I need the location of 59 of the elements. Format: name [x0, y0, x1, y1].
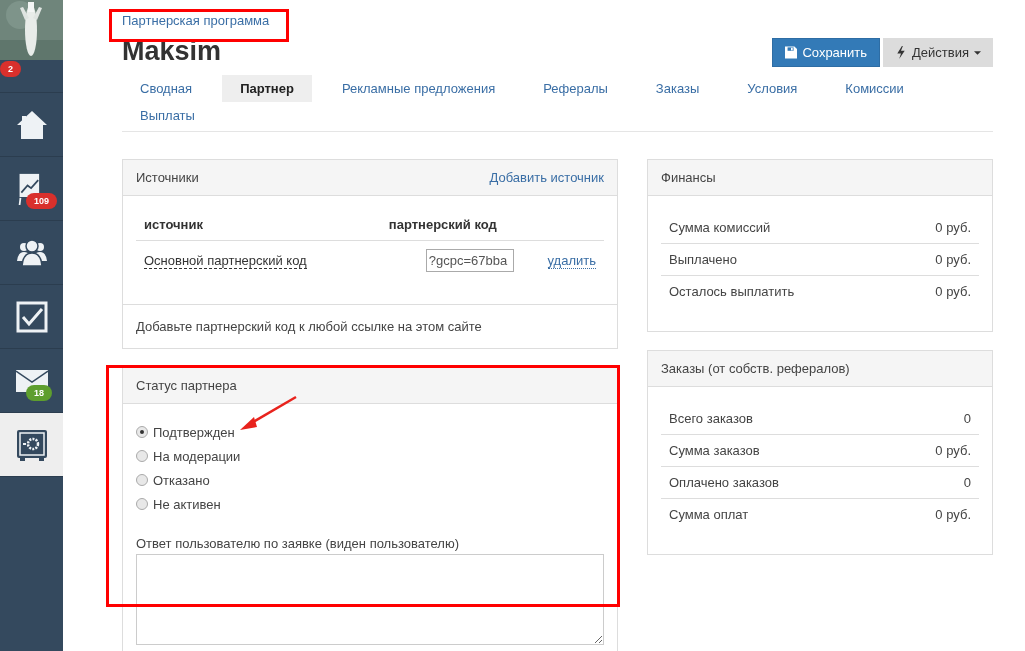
- radio-button[interactable]: [136, 426, 148, 438]
- delete-link[interactable]: удалить: [547, 253, 596, 269]
- hint-text: Добавьте партнерский код к любой ссылке на этом сайте: [136, 319, 482, 334]
- radio-button[interactable]: [136, 498, 148, 510]
- actions-button[interactable]: Действия: [883, 38, 993, 67]
- tab[interactable]: Условия: [729, 75, 816, 102]
- stat-value: 0 руб.: [935, 507, 971, 522]
- count-badge: 109: [26, 193, 58, 209]
- breadcrumb-link[interactable]: Партнерская программа: [122, 13, 270, 28]
- tab[interactable]: Сводная: [122, 75, 211, 102]
- save-icon: [785, 46, 798, 59]
- count-badge: 2: [0, 61, 21, 77]
- stat-label: Выплачено: [669, 252, 737, 267]
- stat-label: Сумма заказов: [669, 443, 760, 458]
- reply-field[interactable]: [136, 554, 604, 645]
- radio-button[interactable]: [136, 450, 148, 462]
- field-label: Ответ пользователю по заявке (виден пользователю): [136, 536, 460, 551]
- radio-button[interactable]: [136, 474, 148, 486]
- radio-option[interactable]: Не активен: [136, 492, 604, 516]
- column-header: источник: [136, 210, 364, 241]
- panel-title: Источники: [136, 170, 199, 185]
- panel-title: Статус партнера: [136, 378, 237, 393]
- add-source-link[interactable]: Добавить источник: [489, 170, 604, 185]
- tab[interactable]: Выплаты: [122, 102, 213, 129]
- stat-label: Оплачено заказов: [669, 475, 779, 490]
- tab[interactable]: Комиссии: [827, 75, 922, 102]
- stat-label: Сумма комиссий: [669, 220, 771, 235]
- tab[interactable]: Рефералы: [525, 75, 626, 102]
- tab[interactable]: Заказы: [637, 75, 718, 102]
- sidebar-item[interactable]: 109: [0, 157, 63, 221]
- stat-value: 0 руб.: [935, 284, 971, 299]
- column-header: партнерский код: [363, 210, 522, 241]
- sidebar-item[interactable]: [0, 413, 63, 477]
- stat-value: 0 руб.: [935, 443, 971, 458]
- panel-title: Заказы (от собств. рефералов): [661, 361, 850, 376]
- safe-icon: [15, 428, 48, 461]
- radio-option[interactable]: На модерации: [136, 444, 604, 468]
- sidebar-item[interactable]: 18: [0, 349, 63, 413]
- panel-title: Финансы: [661, 170, 716, 185]
- home-icon: [15, 108, 48, 141]
- save-button[interactable]: Сохранить: [772, 38, 881, 67]
- stat-value: 0 руб.: [935, 252, 971, 267]
- stat-value: 0: [963, 411, 971, 426]
- stat-value: 0: [963, 475, 971, 490]
- page-title: Maksim: [122, 36, 222, 67]
- code-field[interactable]: ?gcpc=67bba: [425, 249, 514, 272]
- stat-label: Сумма оплат: [669, 507, 749, 522]
- tab[interactable]: Партнер: [222, 75, 312, 102]
- radio-option[interactable]: Подтвержден: [136, 420, 604, 444]
- stat-label: Осталось выплатить: [669, 284, 795, 299]
- sidebar-item[interactable]: 2: [0, 0, 63, 93]
- checkbox-icon: [15, 300, 48, 333]
- stat-label: Всего заказов: [669, 411, 753, 426]
- tab[interactable]: Рекламные предложения: [323, 75, 514, 102]
- source-name[interactable]: Основной партнерский код: [144, 253, 307, 269]
- count-badge: 18: [26, 385, 52, 401]
- radio-option[interactable]: Отказано: [136, 468, 604, 492]
- stat-value: 0 руб.: [935, 220, 971, 235]
- caret-icon: [974, 50, 981, 55]
